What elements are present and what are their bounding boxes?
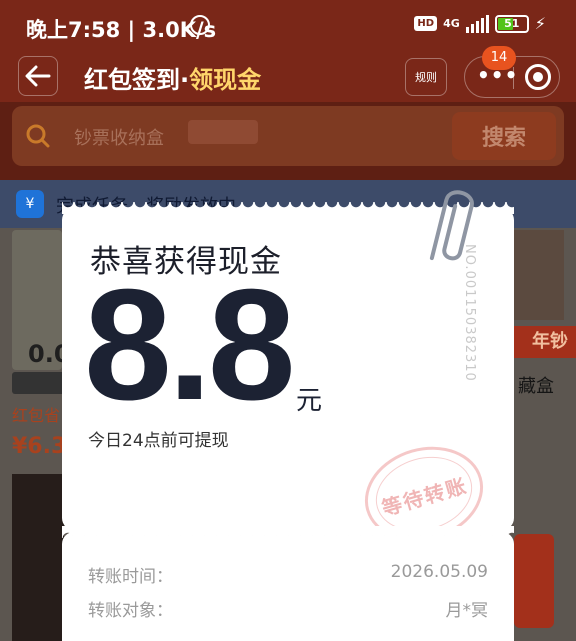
product-right-button[interactable] xyxy=(514,534,554,628)
transfer-time-label: 转账时间： xyxy=(88,567,173,587)
search-button[interactable]: 搜索 xyxy=(452,112,556,160)
paperclip-icon xyxy=(429,190,474,261)
product-right-title: 藏盒 xyxy=(518,376,554,397)
search-bar[interactable]: 钞票收纳盒 搜索 xyxy=(12,106,564,166)
back-button[interactable] xyxy=(18,56,58,96)
battery-icon: 51 xyxy=(494,14,529,33)
signal-icon xyxy=(465,14,489,33)
network-label: 4G xyxy=(443,17,460,30)
close-program-icon[interactable] xyxy=(525,64,551,90)
prize-unit: 元 xyxy=(296,386,323,416)
product-left-price: ¥6.3 xyxy=(12,434,67,459)
prize-amount: 8.8 xyxy=(84,257,296,433)
page-title: 红包签到·领现金 xyxy=(84,60,261,95)
search-icon xyxy=(26,124,50,148)
product-left-price-label: 红包省 xyxy=(12,406,61,425)
status-indicators: HD 4G 51 ⚡ xyxy=(414,14,546,33)
status-bar: 晚上7:58 | 3.0K/s HD 4G 51 ⚡ xyxy=(0,0,576,52)
search-tag xyxy=(188,120,258,144)
arrow-left-icon xyxy=(25,65,51,87)
transfer-row: 转账时间： 2026.05.09 xyxy=(88,562,488,587)
product-image-left-2[interactable] xyxy=(12,474,64,641)
transfer-target-value: 月*冥 xyxy=(445,601,489,621)
product-image-right[interactable] xyxy=(514,230,564,320)
capsule-divider xyxy=(513,67,514,89)
page-title-accent: 领现金 xyxy=(189,66,262,94)
transfer-row: 转账对象： 月*冥 xyxy=(88,596,489,621)
transfer-target-label: 转账对象： xyxy=(88,601,173,621)
withdraw-note: 今日24点前可提现 xyxy=(88,431,229,451)
search-input[interactable]: 钞票收纳盒 xyxy=(74,124,164,150)
transfer-time-value: 2026.05.09 xyxy=(390,562,488,582)
hd-icon: HD xyxy=(414,16,438,31)
rules-button[interactable]: 规则 xyxy=(405,58,447,96)
status-time: 晚上7:58 | 3.0K/s xyxy=(26,18,217,42)
alarm-icon xyxy=(190,15,210,35)
yen-icon: ¥ xyxy=(16,190,44,218)
charging-icon: ⚡ xyxy=(534,14,546,33)
notification-badge: 14 xyxy=(482,46,516,70)
pending-stamp-text: 等待转账 xyxy=(379,473,471,521)
product-right-label: 年钞 xyxy=(512,326,576,358)
page-title-main: 红包签到· xyxy=(84,66,190,94)
product-left-tag xyxy=(12,372,68,394)
transfer-details: 转账时间： 2026.05.09 转账对象： 月*冥 xyxy=(62,526,514,641)
battery-level: 51 xyxy=(504,16,520,30)
